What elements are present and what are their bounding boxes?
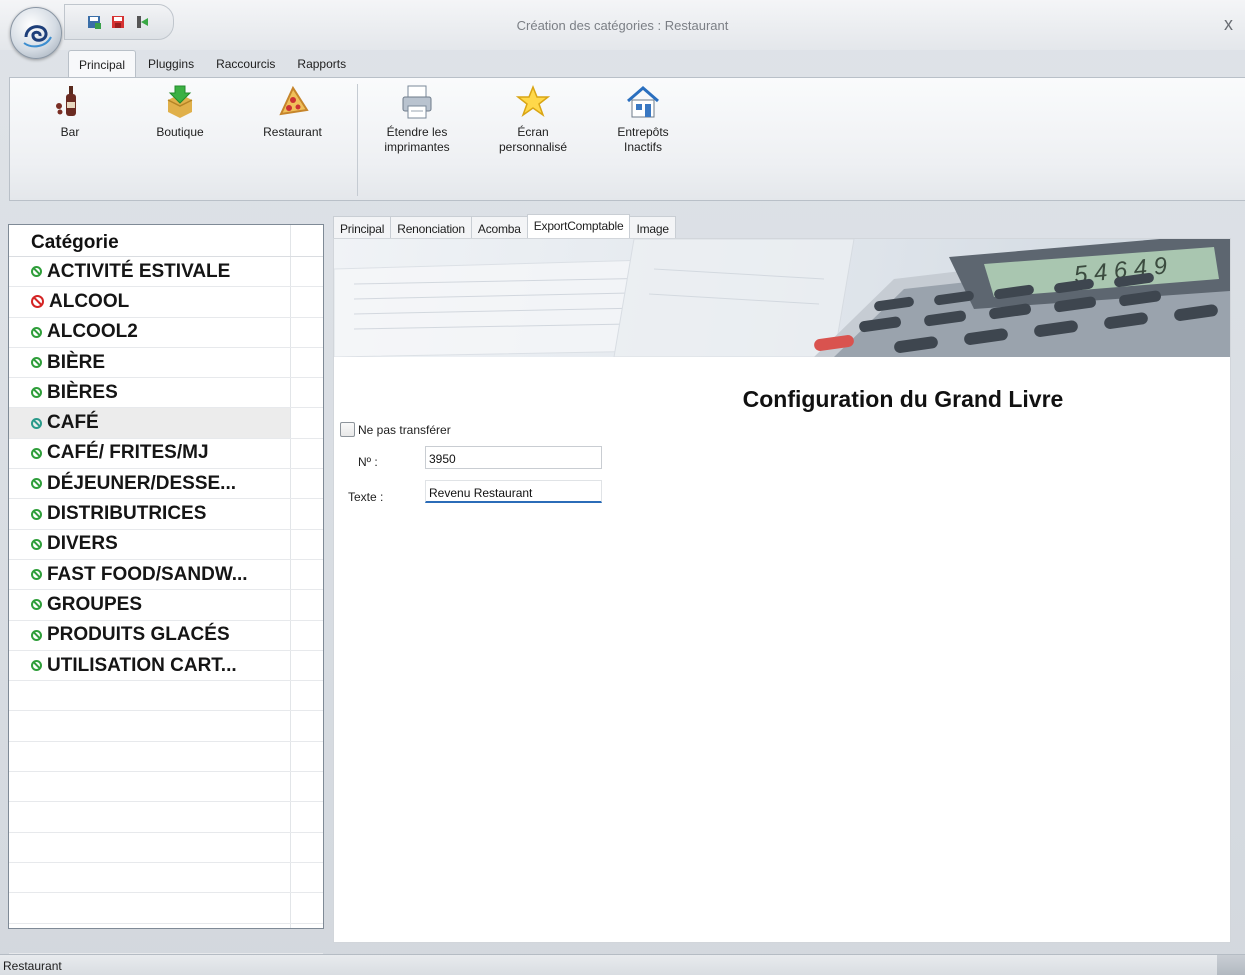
ribbon-separator [357, 84, 358, 196]
category-row[interactable]: DIVERS [9, 530, 323, 560]
category-label: ACTIVITÉ ESTIVALE [47, 260, 231, 282]
category-label: PRODUITS GLACÉS [47, 624, 230, 646]
custom-screen-button-label: Écran personnalisé [498, 125, 568, 154]
tab-acomba[interactable]: Acomba [470, 216, 528, 238]
status-ban-icon [31, 629, 42, 641]
category-list: Catégorie ACTIVITÉ ESTIVALE ALCOOL ALCOOL2… [8, 224, 324, 954]
ribbon-tab-pluggins[interactable]: Pluggins [138, 50, 204, 78]
form-title: Configuration du Grand Livre [742, 386, 1064, 412]
number-label: Nº : [358, 455, 378, 469]
boutique-button-label: Boutique [156, 125, 204, 139]
restaurant-button[interactable]: Restaurant [255, 84, 330, 140]
window-title: Création des catégories : Restaurant [516, 18, 729, 33]
category-label: ALCOOL [49, 290, 130, 312]
text-field[interactable] [425, 480, 602, 503]
warehouse-icon [625, 84, 661, 120]
category-row[interactable]: GROUPES [9, 590, 323, 621]
ribbon-tabs: Principal Pluggins Raccourcis Rapports [68, 50, 358, 78]
category-label: CAFÉ/ FRITES/MJ [47, 442, 209, 464]
tab-exportcomptable[interactable]: ExportComptable [526, 214, 631, 238]
ribbon-panel: Bar Boutique Restaurant Étendre les impr… [9, 77, 1245, 201]
empty-row [9, 742, 323, 773]
status-ban-icon [31, 447, 42, 459]
boutique-button[interactable]: Boutique [150, 84, 210, 140]
category-rows: ACTIVITÉ ESTIVALE ALCOOL ALCOOL2 BIÈRE BIÈRE… [9, 257, 323, 954]
empty-row [9, 833, 323, 863]
category-label: UTILISATION CART... [47, 654, 237, 676]
inactive-warehouses-button[interactable]: Entrepôts Inactifs [598, 84, 688, 155]
pizza-icon [275, 84, 311, 120]
category-row[interactable]: BIÈRE [9, 348, 323, 379]
empty-row [9, 681, 323, 712]
status-bar: Restaurant [0, 954, 1245, 975]
custom-screen-button[interactable]: Écran personnalisé [488, 84, 578, 155]
category-label: FAST FOOD/SANDW... [47, 563, 248, 585]
category-label: DIVERS [47, 533, 118, 555]
extend-printers-button-label: Étendre les imprimantes [384, 125, 450, 154]
ribbon-tab-rapports[interactable]: Rapports [287, 50, 356, 78]
tab-renonciation[interactable]: Renonciation [390, 216, 472, 238]
ribbon-tab-raccourcis[interactable]: Raccourcis [206, 50, 285, 78]
empty-row [9, 711, 323, 742]
ribbon-tab-principal[interactable]: Principal [68, 50, 137, 78]
status-ban-icon [31, 660, 42, 671]
status-ban-icon [31, 326, 42, 338]
app-menu-orb[interactable] [10, 7, 62, 59]
empty-row [9, 863, 323, 894]
category-label: BIÈRES [47, 381, 118, 403]
restaurant-button-label: Restaurant [263, 125, 322, 139]
status-ban-icon [31, 508, 42, 520]
extend-printers-button[interactable]: Étendre les imprimantes [372, 84, 462, 155]
wine-bottle-icon [52, 84, 88, 120]
inactive-warehouses-button-label: Entrepôts Inactifs [617, 125, 669, 154]
category-row[interactable]: DÉJEUNER/DESSE... [9, 469, 323, 500]
bar-button-label: Bar [60, 125, 80, 139]
boutique-box-icon [162, 84, 198, 120]
tab-image[interactable]: Image [629, 216, 676, 238]
number-field[interactable] [425, 446, 602, 469]
category-row[interactable]: FAST FOOD/SANDW... [9, 560, 323, 591]
category-label: BIÈRE [47, 351, 106, 373]
status-ban-icon [31, 538, 42, 550]
status-ban-icon [31, 417, 42, 429]
status-ban-icon [31, 357, 42, 369]
accounting-banner-image: 5 4 6 4 9 [334, 239, 1230, 357]
star-icon [515, 84, 551, 120]
category-label: DISTRIBUTRICES [47, 503, 207, 525]
category-row[interactable]: PRODUITS GLACÉS [9, 621, 323, 651]
empty-row [9, 772, 323, 803]
no-transfer-row[interactable]: Ne pas transférer [340, 422, 451, 437]
printer-icon [399, 84, 435, 120]
category-label: GROUPES [47, 593, 143, 615]
title-bar: Création des catégories : Restaurant x [0, 0, 1245, 59]
status-text: Restaurant [3, 959, 62, 973]
category-row[interactable]: UTILISATION CART... [9, 651, 323, 682]
text-label: Texte : [348, 490, 384, 504]
resize-grip[interactable] [1217, 955, 1245, 975]
category-label: DÉJEUNER/DESSE... [47, 472, 236, 494]
bar-button[interactable]: Bar [40, 84, 100, 140]
export-comptable-panel: 5 4 6 4 9 Configuration du Grand Livre N… [333, 238, 1231, 943]
category-label: CAFÉ [47, 412, 99, 434]
category-row[interactable]: DISTRIBUTRICES [9, 499, 323, 530]
category-row[interactable]: CAFÉ/ FRITES/MJ [9, 439, 323, 470]
no-transfer-checkbox[interactable] [340, 422, 355, 437]
empty-row [9, 893, 323, 924]
category-label: ALCOOL2 [47, 321, 138, 343]
category-row[interactable]: BIÈRES [9, 378, 323, 409]
close-button[interactable]: x [1224, 15, 1233, 33]
category-header[interactable]: Catégorie [9, 225, 323, 257]
tab-principal[interactable]: Principal [333, 216, 392, 238]
detail-tabs: Principal Renonciation Acomba ExportComp… [333, 214, 676, 238]
empty-row [9, 924, 323, 954]
empty-row [9, 802, 323, 833]
category-row[interactable]: ALCOOL [9, 287, 323, 318]
no-transfer-label: Ne pas transférer [358, 422, 451, 437]
category-row[interactable]: CAFÉ [9, 408, 323, 439]
category-row[interactable]: ACTIVITÉ ESTIVALE [9, 257, 323, 288]
category-row[interactable]: ALCOOL2 [9, 318, 323, 348]
